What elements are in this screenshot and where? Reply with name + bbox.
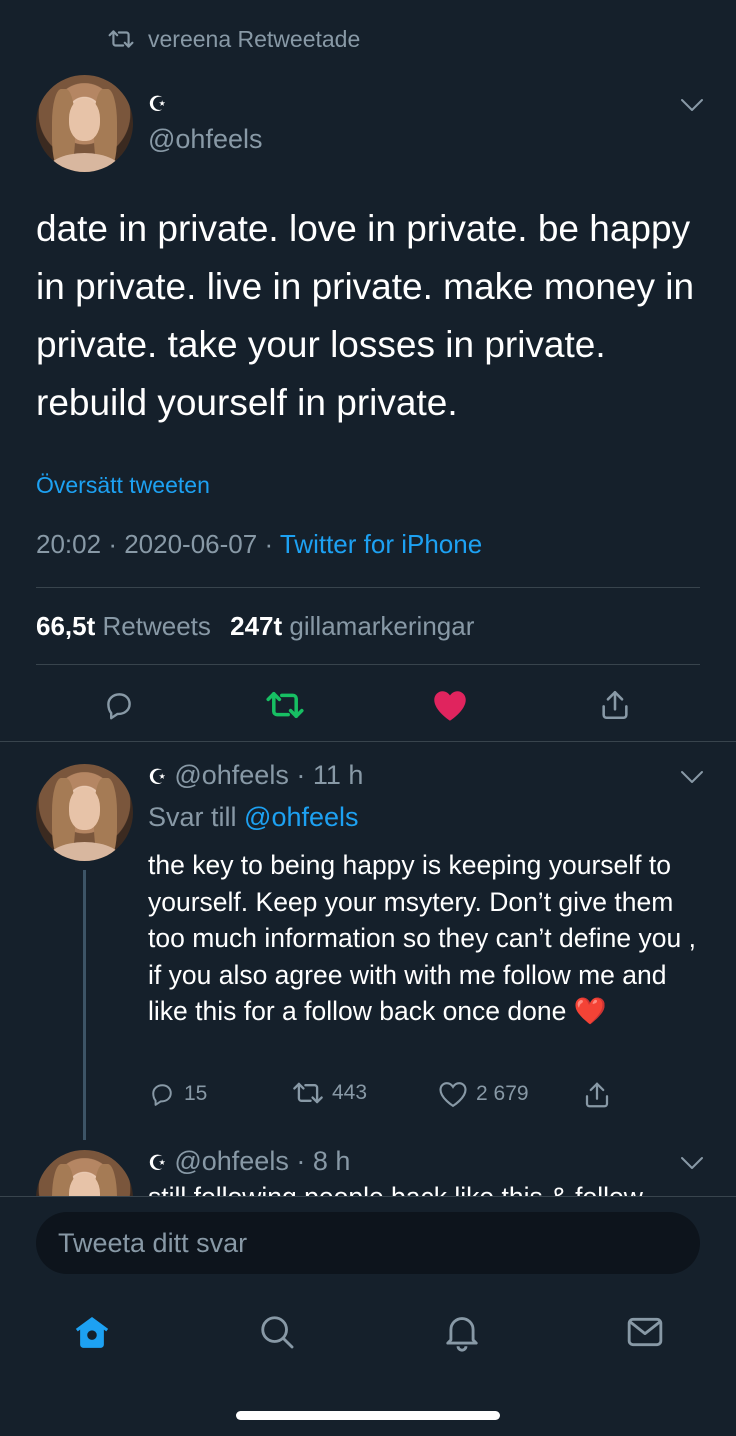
reply-button[interactable] — [98, 684, 140, 726]
avatar[interactable] — [36, 75, 133, 172]
home-indicator — [236, 1411, 500, 1420]
retweet-header: vereena Retweetade — [108, 24, 360, 54]
divider — [0, 741, 736, 742]
reply-to-prefix: Svar till — [148, 802, 237, 832]
reply-text: the key to being happy is keeping yourse… — [148, 850, 696, 1027]
retweet-icon — [292, 1080, 324, 1106]
reply-to-line: Svar till @ohfeels — [148, 802, 359, 833]
tweet-time: 20:02 — [36, 529, 102, 559]
like-count: 2 679 — [476, 1082, 529, 1105]
tweet-timestamp: 20:02 · 2020-06-07 · Twitter for iPhone — [36, 529, 483, 559]
chevron-down-icon[interactable] — [676, 92, 708, 118]
reply-text-partial: still following people back like this & … — [148, 1182, 708, 1196]
translate-tweet-link[interactable]: Översätt tweeten — [36, 472, 210, 499]
retweet-button[interactable] — [262, 684, 308, 726]
reply-count: 15 — [184, 1082, 208, 1105]
retweets-count: 66,5t — [36, 611, 96, 641]
reply-compose-field[interactable]: Tweeta ditt svar — [36, 1212, 700, 1274]
reply-comment-action[interactable]: 15 — [148, 1080, 207, 1108]
reply-display-name[interactable]: ☪︎ — [148, 766, 167, 789]
reply-avatar[interactable] — [36, 764, 133, 861]
retweet-icon — [265, 689, 305, 721]
heart-filled-icon — [432, 688, 468, 722]
reply-icon — [148, 1080, 176, 1108]
divider — [36, 587, 700, 588]
reply-to-handle[interactable]: @ohfeels — [244, 802, 358, 832]
reply-time: 11 h — [312, 760, 364, 790]
reply-header: ☪︎ @ohfeels · 11 h — [148, 760, 364, 790]
reply-retweet-action[interactable]: 443 — [292, 1080, 367, 1106]
reply-handle[interactable]: @ohfeels — [174, 1146, 288, 1176]
engagement-stats: 66,5t Retweets 247t gillamarkeringar — [36, 611, 474, 642]
tweet-date: 2020-06-07 — [124, 529, 258, 559]
reply-handle[interactable]: @ohfeels — [174, 760, 288, 790]
tab-messages[interactable] — [623, 1310, 667, 1354]
tab-home[interactable] — [70, 1310, 114, 1354]
share-icon — [582, 1080, 612, 1110]
reply-share-button[interactable] — [580, 1078, 614, 1112]
notifications-icon — [443, 1312, 481, 1352]
likes-count: 247t — [230, 611, 283, 641]
heart-icon — [438, 1080, 468, 1108]
compose-placeholder: Tweeta ditt svar — [58, 1227, 248, 1258]
retweet-header-text: vereena Retweetade — [148, 25, 361, 52]
reply-display-name[interactable]: ☪︎ — [148, 1152, 167, 1175]
likes-stat[interactable]: 247t gillamarkeringar — [230, 611, 474, 641]
author-handle[interactable]: @ohfeels — [148, 124, 262, 155]
divider — [36, 664, 700, 665]
reply-like-action[interactable]: 2 679 — [438, 1080, 529, 1108]
reply-icon — [102, 688, 136, 722]
author-display-name[interactable]: ☪︎ — [148, 92, 167, 117]
likes-label: gillamarkeringar — [289, 611, 475, 641]
home-icon — [72, 1313, 112, 1351]
share-button[interactable] — [594, 684, 636, 726]
messages-icon — [626, 1315, 664, 1349]
search-icon — [258, 1313, 296, 1351]
retweet-count: 443 — [332, 1081, 368, 1104]
divider — [0, 1196, 736, 1197]
reply-avatar[interactable] — [36, 1150, 133, 1196]
retweet-icon — [108, 28, 134, 50]
like-button[interactable] — [428, 684, 472, 726]
tweet-source[interactable]: Twitter for iPhone — [280, 529, 482, 559]
thread-line — [83, 870, 86, 1140]
retweets-label: Retweets — [102, 611, 211, 641]
tab-notifications[interactable] — [440, 1310, 484, 1354]
tab-search[interactable] — [255, 1310, 299, 1354]
chevron-down-icon[interactable] — [676, 764, 708, 790]
share-icon — [598, 688, 632, 722]
tweet-text: date in private. love in private. be hap… — [36, 208, 695, 423]
reply-2-clip: ☪︎ @ohfeels · 8 h still following people… — [0, 1140, 736, 1196]
retweets-stat[interactable]: 66,5t Retweets — [36, 611, 218, 641]
reply-header: ☪︎ @ohfeels · 8 h — [148, 1146, 351, 1176]
chevron-down-icon[interactable] — [676, 1150, 708, 1176]
reply-time: 8 h — [312, 1146, 351, 1176]
